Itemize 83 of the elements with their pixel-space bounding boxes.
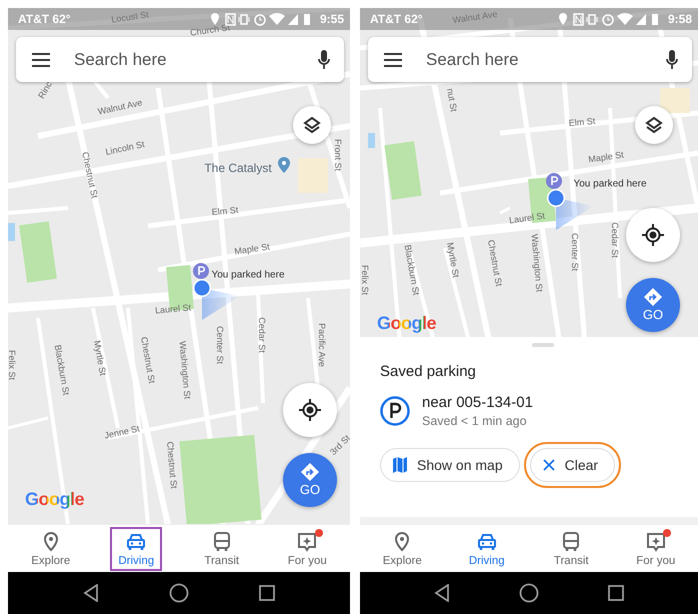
show-on-map-button[interactable]: Show on map (380, 448, 520, 482)
street-label: Blackburn St (402, 244, 422, 296)
search-field[interactable]: Search here (16, 37, 344, 82)
parked-label: You parked here (211, 270, 285, 280)
nav-tab[interactable]: For you (614, 525, 698, 572)
place-label[interactable]: The Catalyst (204, 161, 272, 175)
street-label: Laurel St (154, 302, 192, 316)
street-label: Cedar St (610, 222, 620, 258)
nav-tab[interactable]: Explore (8, 525, 94, 572)
street-label: Lincoln St (104, 139, 146, 157)
parking-pin-icon (546, 173, 562, 189)
street-label: Maple St (588, 150, 624, 164)
street-label: Myrtle St (445, 242, 461, 278)
saved-time: Saved < 1 min ago (422, 414, 528, 428)
street-label: Walnut Ave (96, 97, 144, 117)
nav-tab[interactable]: Driving (444, 525, 529, 572)
sparkle-icon (296, 530, 318, 552)
map-pin-icon (278, 157, 290, 173)
street-label: Washington St (529, 234, 545, 292)
sparkle-icon (644, 530, 667, 552)
crosshair-icon (642, 224, 664, 246)
nav-tab[interactable]: Explore (360, 525, 444, 572)
drag-handle (532, 343, 554, 347)
carrier-text: AT&T 62° (370, 12, 423, 26)
home-icon (518, 583, 539, 603)
menu-icon (32, 52, 50, 66)
microphone-icon (318, 50, 330, 70)
carrier-text: AT&T 62° (18, 12, 71, 26)
street-label: Chestnut St (164, 441, 180, 489)
clock-text: 9:55 (320, 12, 344, 26)
layers-icon (303, 116, 321, 134)
street-label: Myrtle St (92, 340, 108, 376)
close-icon (542, 459, 555, 471)
back-icon (434, 584, 450, 602)
microphone-icon (666, 50, 678, 70)
parked-label: You parked here (573, 178, 647, 190)
street-label: Chestnut St (139, 336, 157, 384)
street-label: Church St (189, 22, 231, 38)
nav-tab[interactable]: Transit (179, 525, 264, 572)
street-label: Chestnut St (486, 238, 504, 288)
parking-icon (380, 396, 410, 426)
street-label: Chestnut St (80, 150, 100, 200)
street-label: Center St (570, 232, 580, 272)
nav-tab[interactable]: For you (264, 525, 350, 572)
crosshair-icon (299, 399, 321, 421)
parking-pin-icon (193, 263, 209, 279)
street-label: Jenne St (104, 423, 140, 441)
street-label: Cedar St (257, 317, 267, 353)
recents-icon (259, 585, 275, 601)
nav-tab[interactable]: Driving (94, 525, 179, 572)
water-area (8, 223, 15, 241)
recents-icon (608, 585, 624, 601)
directions-icon (301, 463, 319, 481)
notification-dot (314, 528, 323, 536)
search-input[interactable]: Search here (72, 48, 296, 70)
menu-icon (384, 52, 402, 66)
parking-location: near 005-134-01 (422, 394, 533, 411)
water-area (368, 133, 375, 148)
street-label: Elm St (568, 116, 596, 128)
nav-tab[interactable]: Transit (529, 525, 614, 572)
street-label: nut St (445, 88, 459, 112)
street-label: Laurel St (508, 210, 546, 226)
street-label: Felix St (8, 350, 17, 380)
street-label: Front St (333, 139, 343, 171)
map-icon (393, 457, 407, 473)
back-icon (83, 584, 99, 602)
notification-dot (663, 528, 672, 536)
street-label: Locust St (110, 9, 150, 25)
search-input[interactable]: Search here (424, 48, 644, 70)
sheet-title: Saved parking (380, 363, 477, 380)
home-icon (169, 583, 189, 603)
street-label: Center St (215, 326, 225, 364)
clock-text: 9:58 (668, 12, 692, 26)
street-label: Pacific Ave (317, 323, 327, 367)
street-label: Felix St (360, 265, 370, 295)
search-field[interactable]: Search here (368, 37, 692, 82)
street-label: Washington St (177, 340, 193, 400)
street-label: Elm St (211, 204, 239, 218)
street-label: Blackburn St (52, 344, 72, 396)
layers-icon (645, 116, 663, 134)
street-label: Walnut Ave (452, 8, 498, 26)
street-label: Maple St (234, 242, 270, 256)
directions-icon (644, 288, 662, 306)
